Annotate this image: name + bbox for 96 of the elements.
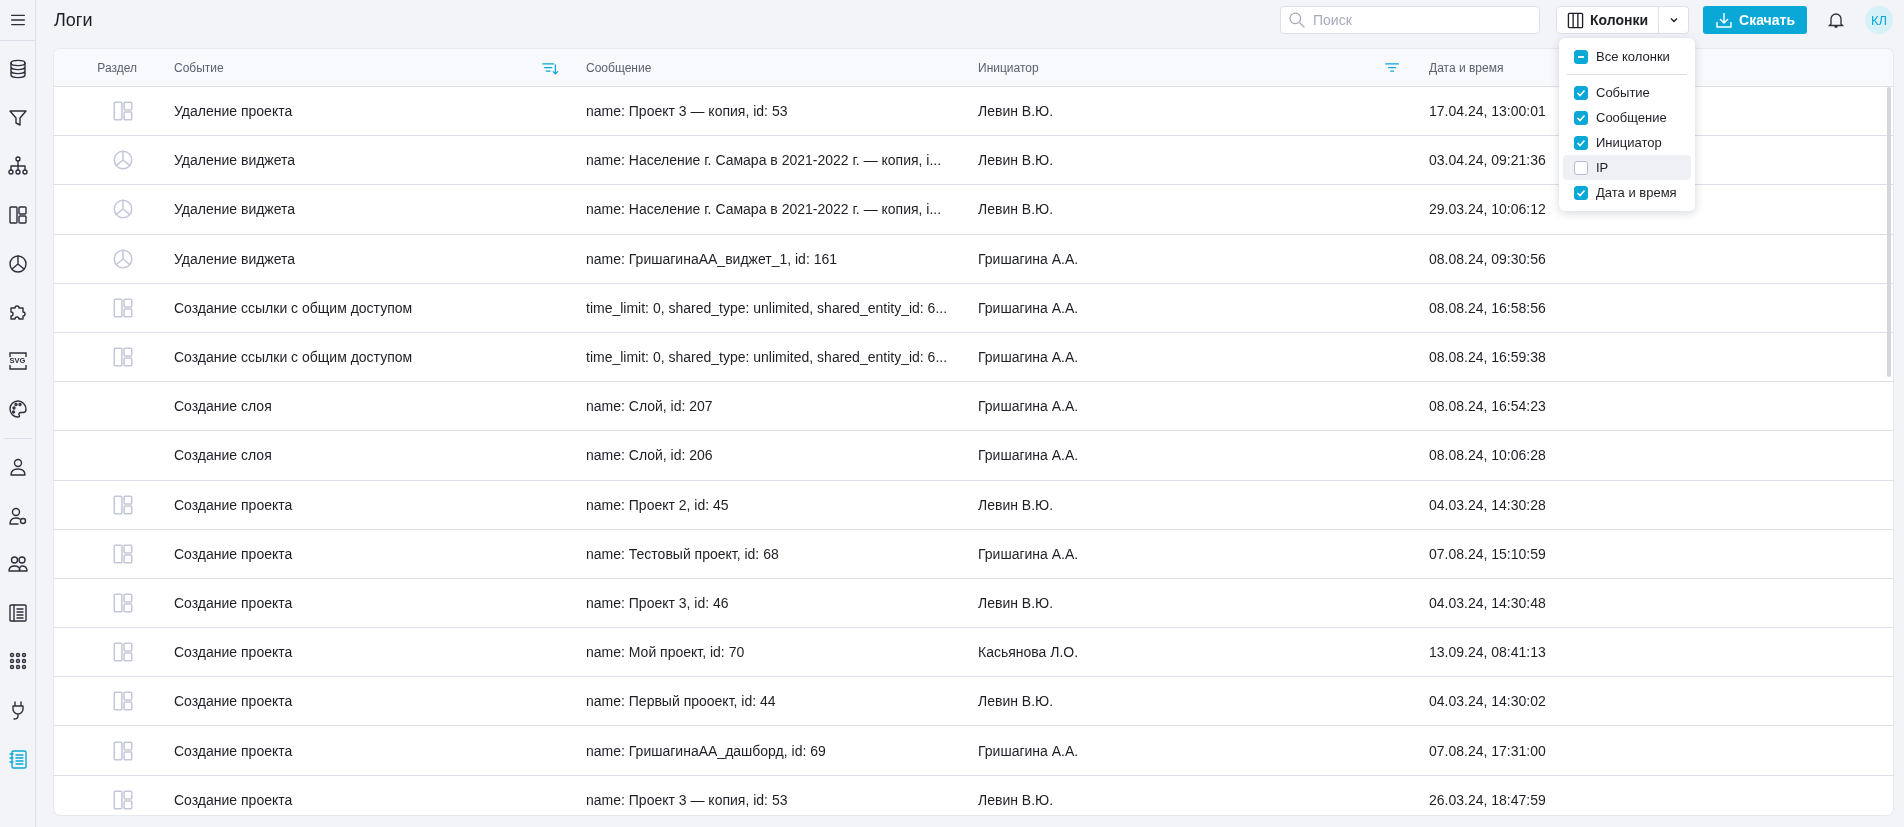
menu-item[interactable]: IP — [1563, 155, 1691, 180]
checkbox[interactable] — [1574, 185, 1588, 200]
palette-icon[interactable] — [6, 398, 29, 421]
table-cell: 17.04.24, 13:00:01 — [1429, 103, 1546, 120]
table-cell: Гришагина А.А. — [978, 742, 1079, 759]
menu-item[interactable]: Все колонки — [1563, 44, 1691, 69]
page-title: Логи — [54, 9, 94, 31]
table-cell: Удаление виджета — [174, 250, 296, 267]
table-cell: Удаление виджета — [174, 201, 296, 218]
column-header: Дата и время — [1429, 60, 1504, 75]
table-cell: name: Слой, id: 207 — [586, 398, 713, 415]
table-cell: Создание проекта — [174, 545, 293, 562]
table-cell: 08.08.24, 16:54:23 — [1429, 398, 1546, 415]
table-cell: 07.08.24, 15:10:59 — [1429, 545, 1546, 562]
pie-chart-icon[interactable] — [6, 252, 29, 275]
dropdown-toggle[interactable] — [1659, 6, 1690, 34]
table-cell: name: Население г. Самара в 2021-2022 г. — копия, i... — [586, 152, 942, 169]
columns-button[interactable]: Колонки — [1556, 6, 1660, 34]
check-icon — [1576, 187, 1586, 198]
table-cell: 08.08.24, 16:59:38 — [1429, 349, 1546, 366]
table-cell: Гришагина А.А. — [978, 250, 1079, 267]
table-cell: Левин В.Ю. — [978, 594, 1054, 611]
table-cell: Создание ссылки с общим доступом — [174, 349, 413, 366]
table-cell: 03.04.24, 09:21:36 — [1429, 152, 1546, 169]
table-cell: 29.03.24, 10:06:12 — [1429, 201, 1546, 218]
table-cell: Создание проекта — [174, 742, 293, 759]
dashboard-icon[interactable] — [6, 204, 29, 227]
table-cell: 04.03.24, 14:30:02 — [1429, 693, 1546, 710]
table-cell: Левин В.Ю. — [978, 103, 1054, 120]
checkbox[interactable] — [1574, 110, 1588, 125]
table-cell: name: Слой, id: 206 — [586, 447, 713, 464]
table-cell: Левин В.Ю. — [978, 152, 1054, 169]
table-cell: Создание проекта — [174, 693, 293, 710]
table-cell: name: Проект 3, id: 46 — [586, 594, 729, 611]
list-book-icon[interactable] — [6, 601, 29, 624]
search-icon — [1288, 11, 1306, 29]
hierarchy-icon[interactable] — [6, 155, 29, 178]
table-cell: name: Первый прооект, id: 44 — [586, 693, 776, 710]
table-cell: Гришагина А.А. — [978, 447, 1079, 464]
table-cell: Левин В.Ю. — [978, 791, 1054, 808]
table-cell: name: ГришагинаАА_виджет_1, id: 161 — [586, 250, 838, 267]
table-cell: 04.03.24, 14:30:48 — [1429, 594, 1546, 611]
table-cell: Левин В.Ю. — [978, 693, 1054, 710]
table-cell: 04.03.24, 14:30:28 — [1429, 496, 1546, 513]
table-cell: Создание проекта — [174, 644, 293, 661]
column-header: Инициатор — [978, 60, 1039, 75]
table-cell: name: Проект 2, id: 45 — [586, 496, 729, 513]
table-cell: Удаление проекта — [174, 103, 293, 120]
check-icon — [1576, 87, 1586, 98]
table-cell: Удаление виджета — [174, 152, 296, 169]
table-cell: time_limit: 0, shared_type: unlimited, shared_entity_id: 6... — [586, 299, 948, 316]
table-cell: name: ГришагинаАА_дашборд, id: 69 — [586, 742, 826, 759]
caret-icon — [1668, 15, 1679, 25]
table-cell: 07.08.24, 17:31:00 — [1429, 742, 1546, 759]
table-cell: Левин В.Ю. — [978, 201, 1054, 218]
menu-item[interactable]: Дата и время — [1563, 180, 1691, 205]
menu-item[interactable]: Событие — [1563, 80, 1691, 105]
table-cell: Гришагина А.А. — [978, 299, 1079, 316]
table-cell: Создание проекта — [174, 496, 293, 513]
table-cell: 08.08.24, 09:30:56 — [1429, 250, 1546, 267]
table-cell: Гришагина А.А. — [978, 545, 1079, 562]
checkbox[interactable] — [1574, 135, 1588, 150]
table-cell: Левин В.Ю. — [978, 496, 1054, 513]
column-header: Событие — [174, 60, 224, 75]
notification-bell-icon[interactable] — [1827, 11, 1845, 29]
check-icon — [1576, 112, 1586, 123]
table-cell: Гришагина А.А. — [978, 349, 1079, 366]
table-cell: time_limit: 0, shared_type: unlimited, shared_entity_id: 6... — [586, 349, 948, 366]
table-cell: Создание ссылки с общим доступом — [174, 299, 413, 316]
table-cell: Создание слоя — [174, 447, 272, 464]
table-cell: Касьянова Л.О. — [978, 644, 1079, 661]
columns-icon — [1567, 11, 1584, 29]
menu-item[interactable]: Инициатор — [1563, 130, 1691, 155]
table-cell: name: Мой проект, id: 70 — [586, 644, 745, 661]
table-cell: name: Тестовый проект, id: 68 — [586, 545, 779, 562]
scrollbar[interactable] — [1887, 87, 1891, 377]
table-cell: 13.09.24, 08:41:13 — [1429, 644, 1546, 661]
table-cell: name: Проект 3 — копия, id: 53 — [586, 103, 788, 120]
column-header: Раздел — [97, 60, 137, 75]
table-cell: Создание проекта — [174, 594, 293, 611]
column-header: Сообщение — [586, 60, 652, 75]
table-cell: 08.08.24, 10:06:28 — [1429, 447, 1546, 464]
table-cell: name: Проект 3 — копия, id: 53 — [586, 791, 788, 808]
check-icon — [1576, 137, 1586, 148]
download-icon — [1715, 11, 1734, 29]
checkbox[interactable] — [1574, 49, 1588, 64]
table-cell: 08.08.24, 16:58:56 — [1429, 299, 1546, 316]
table-cell: Создание слоя — [174, 398, 272, 415]
checkbox[interactable] — [1574, 160, 1588, 175]
table-cell: Создание проекта — [174, 791, 293, 808]
table-cell: name: Население г. Самара в 2021-2022 г. — копия, i... — [586, 201, 942, 218]
table-cell: 26.03.24, 18:47:59 — [1429, 791, 1546, 808]
menu-item[interactable]: Сообщение — [1563, 105, 1691, 130]
search-field[interactable]: Поиск — [1280, 6, 1540, 34]
checkbox[interactable] — [1574, 85, 1588, 100]
table-cell: Гришагина А.А. — [978, 398, 1079, 415]
